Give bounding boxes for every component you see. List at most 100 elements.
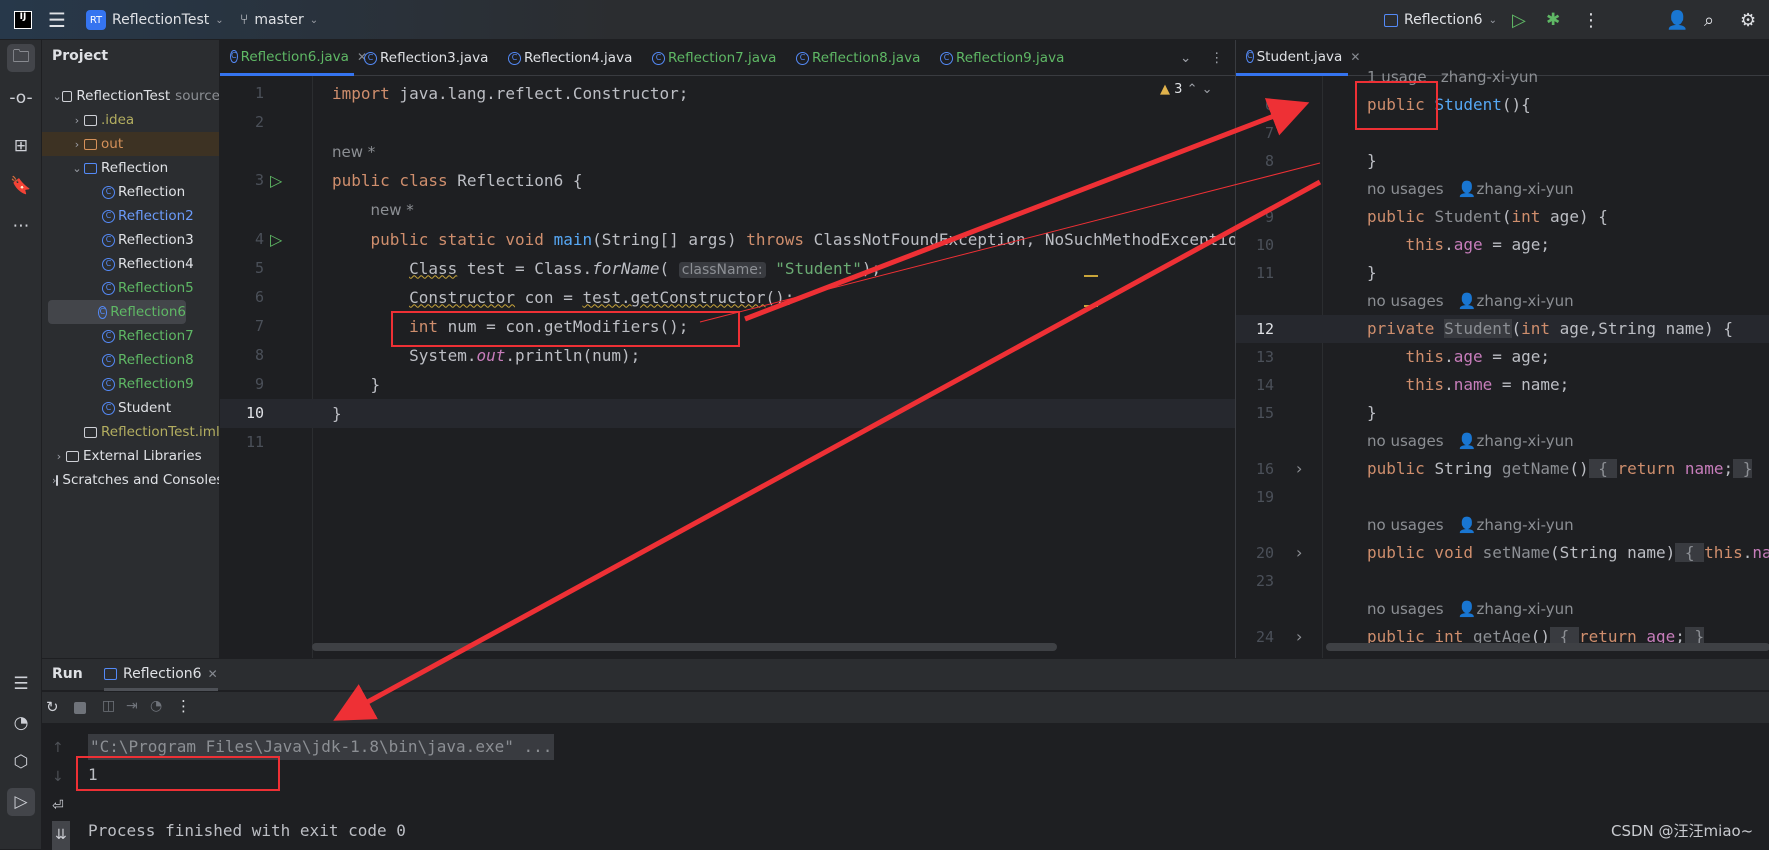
class-icon: C xyxy=(940,51,953,65)
tree-item-label: Reflection8 xyxy=(118,352,194,368)
debug-button[interactable]: ✱ xyxy=(1546,0,1560,40)
tree-item[interactable]: ⌄ Reflection xyxy=(42,156,219,180)
code-token: this xyxy=(1704,543,1743,562)
code-token: name xyxy=(1684,459,1724,478)
chevron-icon[interactable]: › xyxy=(70,138,84,151)
line-number: 11 xyxy=(245,433,264,452)
add-user-icon[interactable]: 👤 xyxy=(1666,0,1688,40)
tab-more-icon[interactable]: ⋮ xyxy=(1210,40,1224,76)
run-tool-icon[interactable]: ▷ xyxy=(7,788,35,816)
tree-item[interactable]: › out xyxy=(42,132,219,156)
tree-item[interactable]: C Reflection8 xyxy=(42,348,219,372)
scroll-end-icon[interactable]: ⇊ xyxy=(52,821,70,850)
horizontal-scrollbar[interactable] xyxy=(312,643,1057,651)
tree-item-suffix: source xyxy=(175,88,220,104)
search-icon[interactable]: ⌕ xyxy=(1704,0,1714,40)
soft-wrap-icon[interactable]: ⏎ xyxy=(52,792,70,821)
branch-selector[interactable]: ⑂ master ⌄ xyxy=(240,0,318,40)
line-number: 5 xyxy=(254,258,264,277)
down-arrow-icon[interactable]: ↓ xyxy=(52,763,70,792)
editor-student[interactable]: C Student.java ✕ 1 usage zhang-xi-yun 6 publ… xyxy=(1235,40,1769,658)
tree-item[interactable]: ReflectionTest.iml xyxy=(42,420,220,444)
chevron-icon[interactable]: › xyxy=(70,114,84,127)
tree-item[interactable]: C Reflection9 xyxy=(42,372,219,396)
tree-item[interactable]: ⌄ ReflectionTest source xyxy=(42,84,220,108)
tab-reflection6-java[interactable]: C Reflection6.java ✕ xyxy=(220,40,367,76)
line-number: 8 xyxy=(254,345,264,364)
run-gutter-icon[interactable]: ▷ xyxy=(270,225,282,254)
tab-reflection3-java[interactable]: C Reflection3.java xyxy=(354,40,498,76)
todo-icon[interactable]: ☰ xyxy=(7,670,35,698)
tree-item[interactable]: C Reflection2 xyxy=(42,204,219,228)
structure-icon[interactable]: ⊞ xyxy=(7,132,35,160)
tree-item-label: Reflection2 xyxy=(118,208,194,224)
tab-reflection9-java[interactable]: C Reflection9.java xyxy=(930,40,1074,76)
fold-chevron-icon[interactable]: › xyxy=(1296,623,1302,651)
editor-reflection6[interactable]: ⌄ ⋮ C Reflection6.java ✕ C Reflection3.java C… xyxy=(220,40,1235,658)
chevron-icon[interactable]: ⌄ xyxy=(52,90,62,103)
services-icon[interactable]: ⬡ xyxy=(7,748,35,776)
code-token: { xyxy=(1675,543,1705,562)
tree-item[interactable]: C Reflection5 xyxy=(42,276,219,300)
close-icon[interactable]: ✕ xyxy=(208,667,218,681)
more-icon[interactable]: ⋮ xyxy=(176,697,191,715)
tree-item[interactable]: C Student xyxy=(42,396,219,420)
chevron-icon[interactable]: ⌄ xyxy=(70,162,84,175)
tree-item-label: Reflection3 xyxy=(118,232,194,248)
tree-item[interactable]: C Reflection6 xyxy=(48,300,186,324)
tab-reflection8-java[interactable]: C Reflection8.java xyxy=(786,40,930,76)
run-button[interactable]: ▷ xyxy=(1512,0,1526,40)
run-config-selector[interactable]: Reflection6 ⌄ xyxy=(1384,0,1497,40)
tree-item[interactable]: › External Libraries xyxy=(42,444,219,468)
tree-item-label: ReflectionTest.iml xyxy=(101,424,220,440)
rerun-icon[interactable]: ↻ xyxy=(46,698,59,716)
project-tool-icon[interactable]: 🗀 xyxy=(7,44,35,72)
code-token: ); xyxy=(861,258,882,278)
library-icon xyxy=(66,450,79,462)
profiler-icon[interactable]: ◔ xyxy=(150,698,162,714)
restore-layout-icon[interactable]: ⇥ xyxy=(126,698,138,714)
run-gutter-icon[interactable]: ▷ xyxy=(270,166,282,195)
bookmark-icon[interactable]: 🔖 xyxy=(7,172,35,200)
tree-item[interactable]: C Reflection xyxy=(42,180,219,204)
code-token: public static void xyxy=(370,229,554,249)
more-tools-icon[interactable]: ⋯ xyxy=(7,212,35,240)
gear-icon[interactable]: ⚙ xyxy=(1740,0,1756,40)
title-bar: IJ ☰ RT ReflectionTest ⌄ ⑂ master ⌄ Reflecti… xyxy=(0,0,1769,40)
profiler-icon[interactable]: ◔ xyxy=(7,709,35,737)
code-token: age,String name) { xyxy=(1559,319,1734,338)
tab-reflection4-java[interactable]: C Reflection4.java xyxy=(498,40,642,76)
line-number: 10 xyxy=(1255,236,1274,254)
class-icon: C xyxy=(97,305,108,319)
more-icon[interactable]: ⋮ xyxy=(1582,0,1600,40)
app-logo[interactable]: IJ xyxy=(14,0,32,40)
tab-reflection7-java[interactable]: C Reflection7.java xyxy=(642,40,786,76)
tree-item-label: Reflection7 xyxy=(118,328,194,344)
tab-student-java[interactable]: C Student.java ✕ xyxy=(1236,40,1360,76)
tool-window-strip: 🗀 -o- ⊞ 🔖 ⋯ ☰ ◔ ⬡ ▷ xyxy=(0,40,42,849)
tree-item[interactable]: C Reflection7 xyxy=(42,324,219,348)
project-selector[interactable]: RT ReflectionTest ⌄ xyxy=(86,0,224,40)
tree-item[interactable]: C Reflection3 xyxy=(42,228,219,252)
tree-item[interactable]: › Scratches and Consoles xyxy=(42,468,219,492)
code-token: } xyxy=(1367,403,1377,422)
tree-item[interactable]: › .idea xyxy=(42,108,219,132)
stop-icon[interactable] xyxy=(74,702,86,714)
horizontal-scrollbar[interactable] xyxy=(1326,643,1769,651)
tree-item-label: ReflectionTest xyxy=(76,88,171,104)
fold-chevron-icon[interactable]: › xyxy=(1296,455,1302,483)
run-tab-reflection6[interactable]: Reflection6 ✕ xyxy=(104,659,218,691)
fold-chevron-icon[interactable]: › xyxy=(1296,539,1302,567)
code-line: no usages 👤zhang-xi-yun xyxy=(1367,511,1574,540)
code-token: java.lang.reflect.Constructor; xyxy=(389,84,689,103)
screenshot-icon[interactable]: ◫ xyxy=(102,698,115,714)
tree-item[interactable]: C Reflection4 xyxy=(42,252,219,276)
tab-list-chevron[interactable]: ⌄ xyxy=(1180,40,1191,76)
close-icon[interactable]: ✕ xyxy=(1350,50,1360,64)
chevron-icon[interactable]: › xyxy=(52,450,66,463)
commit-icon[interactable]: -o- xyxy=(7,84,35,112)
main-menu-icon[interactable]: ☰ xyxy=(48,0,66,40)
up-arrow-icon[interactable]: ↑ xyxy=(52,734,70,763)
warnings-indicator[interactable]: ▲ 3 ⌃ ⌄ xyxy=(1160,82,1212,97)
